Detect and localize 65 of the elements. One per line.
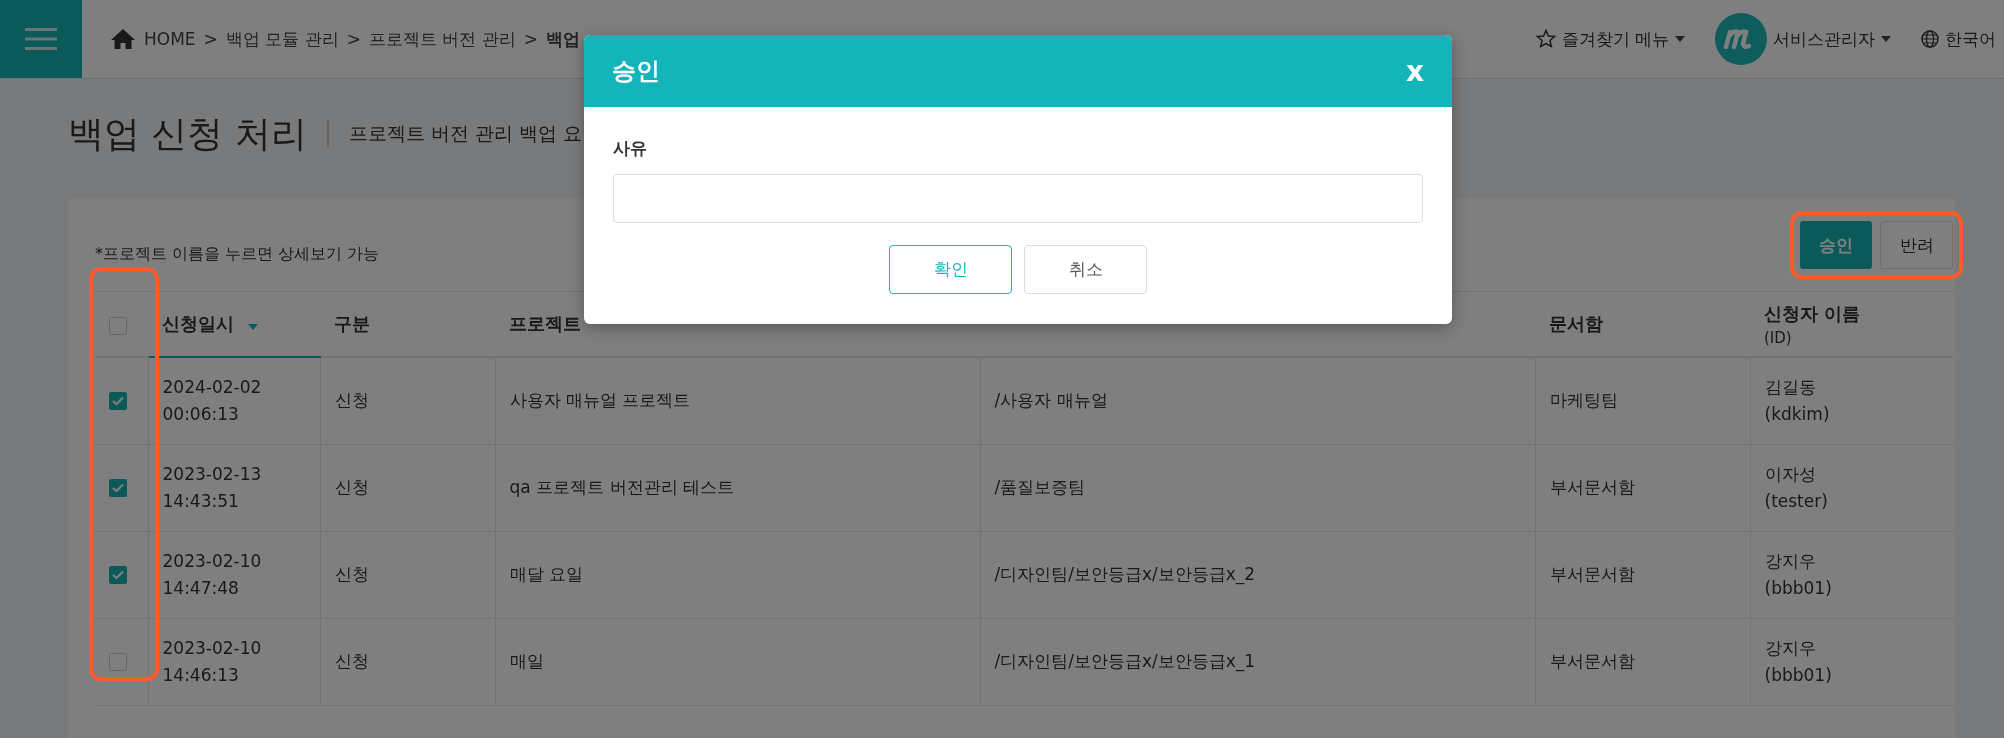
star-icon xyxy=(1535,29,1556,49)
breadcrumb-separator: > xyxy=(523,29,538,49)
table-cell-text: 신청 xyxy=(334,563,369,587)
table-cell-text: 마케팅팀 xyxy=(1549,389,1618,413)
breadcrumb-separator: > xyxy=(203,29,218,49)
table-cell-text: 부서문서함 xyxy=(1549,563,1635,587)
table-cell-text: 강지우 (bbb01) xyxy=(1764,549,1832,600)
page-subtitle: 프로젝트 버전 관리 백업 요 xyxy=(348,121,583,146)
table-cell-text: 김길동 (kdkim) xyxy=(1764,375,1830,426)
table-cell-text: 강지우 (bbb01) xyxy=(1764,636,1832,687)
confirm-button[interactable]: 확인 xyxy=(889,245,1012,294)
field-label: 사유 xyxy=(613,137,648,160)
approve-button[interactable]: 승인 xyxy=(1800,221,1872,269)
checkbox[interactable] xyxy=(109,653,127,672)
table-cell-text: 2023-02-10 14:46:13 xyxy=(162,636,262,687)
column-header: 신청자 이름 xyxy=(1764,301,1861,326)
table-cell-text: qa 프로젝트 버전관리 테스트 xyxy=(509,476,734,500)
language-menu[interactable]: 한국어 xyxy=(1921,27,1996,51)
caret-icon xyxy=(1881,36,1891,42)
reject-button[interactable]: 반려 xyxy=(1880,221,1953,269)
table-cell-text: 매일 xyxy=(509,650,544,674)
table-cell-text: 신청 xyxy=(334,650,369,674)
user-menu[interactable]: 서비스관리자 xyxy=(1715,13,1891,65)
logo-icon xyxy=(1715,13,1767,65)
breadcrumb-link[interactable]: 백업 모듈 관리 xyxy=(225,27,339,51)
table-cell-text: /품질보증팀 xyxy=(994,476,1086,500)
breadcrumb-link[interactable]: HOME xyxy=(144,29,196,49)
checkbox[interactable] xyxy=(109,392,127,411)
dialog-title: 승인 xyxy=(612,56,660,87)
close-button[interactable]: x xyxy=(1405,54,1424,88)
menu-icon xyxy=(25,27,57,51)
table-cell-text: 신청 xyxy=(334,476,369,500)
table-cell-text: 부서문서함 xyxy=(1549,650,1635,674)
table-cell-text: 신청 xyxy=(334,389,369,413)
table-cell-text: 2023-02-10 14:47:48 xyxy=(162,549,262,600)
sort-icon xyxy=(248,324,258,330)
page-title: 백업 신청 처리 xyxy=(68,111,307,156)
breadcrumb-separator: > xyxy=(346,29,361,49)
cancel-button[interactable]: 취소 xyxy=(1024,245,1147,294)
home-icon xyxy=(110,28,136,50)
table-cell-text: 이자성 (tester) xyxy=(1764,462,1828,513)
table-cell-text: 2023-02-13 14:43:51 xyxy=(162,462,262,513)
favorites-menu[interactable]: 즐겨찾기 메뉴 xyxy=(1535,27,1685,51)
table-cell-text: /디자인팀/보안등급x/보안등급x_2 xyxy=(994,563,1256,587)
caret-icon xyxy=(1675,36,1685,42)
column-header: 문서함 xyxy=(1549,312,1603,336)
column-header: 구분 xyxy=(334,312,370,336)
breadcrumb-link[interactable]: 백업 xyxy=(545,27,580,51)
table-cell-text: 매달 요일 xyxy=(509,563,583,587)
checkbox[interactable] xyxy=(109,479,127,498)
hint-text: *프로젝트 이름을 누르면 상세보기 가능 xyxy=(95,244,380,265)
reason-input-field[interactable] xyxy=(613,174,1423,223)
column-header: 신청일시 xyxy=(162,312,234,336)
column-header: 프로젝트 xyxy=(509,312,581,336)
breadcrumb-link[interactable]: 프로젝트 버전 관리 xyxy=(368,27,516,51)
table-cell-text: 사용자 매뉴얼 프로젝트 xyxy=(509,389,691,413)
checkbox[interactable] xyxy=(109,566,127,585)
table-cell-text: 2024-02-02 00:06:13 xyxy=(162,375,262,426)
globe-icon xyxy=(1921,30,1939,48)
menu-button[interactable] xyxy=(0,0,82,78)
table-cell-text: /사용자 매뉴얼 xyxy=(994,389,1108,413)
checkbox[interactable] xyxy=(109,316,127,335)
column-subheader: (ID) xyxy=(1764,328,1792,347)
table-cell-text: 부서문서함 xyxy=(1549,476,1635,500)
table-cell-text: /디자인팀/보안등급x/보안등급x_1 xyxy=(994,650,1256,674)
